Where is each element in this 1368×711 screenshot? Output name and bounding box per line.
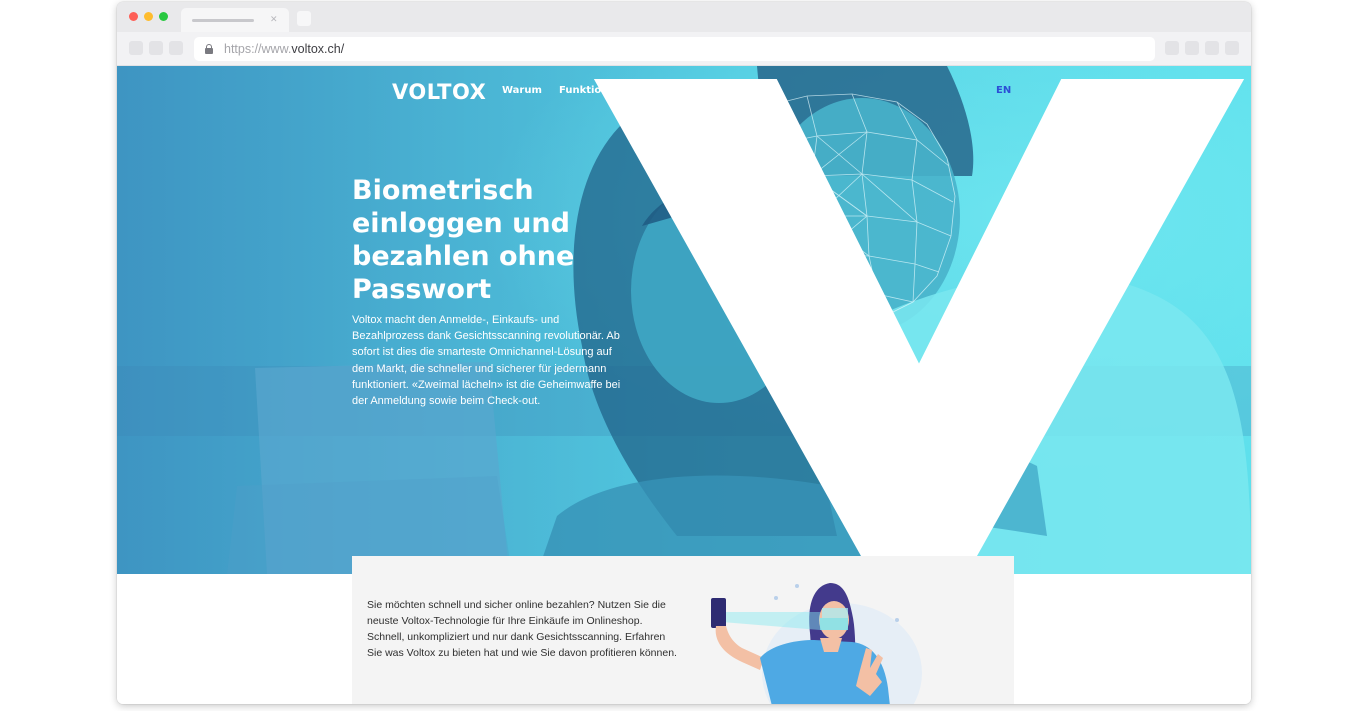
bookmarks-button[interactable] [1205,41,1219,55]
intro-card: Sie möchten schnell und sicher online be… [352,556,1014,704]
webpage: VOLTOX Warum Funktionen Sicherheit Über … [117,66,1251,704]
nav-link-funktionen[interactable]: Funktionen [559,85,622,97]
url-prefix: https://www. [224,42,292,56]
new-tab-button[interactable] [297,11,311,26]
language-switch[interactable]: EN [996,85,1011,97]
intro-text: Sie möchten schnell und sicher online be… [367,599,677,659]
browser-toolbar: https://www.voltox.ch/ [117,32,1251,66]
minimize-window-button[interactable] [144,12,153,21]
forward-button[interactable] [149,41,163,55]
browser-tab[interactable]: ✕ [181,8,289,32]
brand-logo[interactable]: VOLTOX [352,79,1245,574]
selfie-scan-illustration [711,583,922,704]
hero-title: Biometrisch einloggen und bezahlen ohne … [352,175,575,305]
back-button[interactable] [129,41,143,55]
url-host: voltox.ch/ [291,42,345,56]
url-text[interactable]: https://www.voltox.ch/ [224,41,344,57]
share-button[interactable] [1165,41,1179,55]
brand-name: VOLTOX [392,80,487,104]
tab-close-icon[interactable]: ✕ [270,13,278,25]
browser-titlebar: ✕ [117,2,1251,32]
close-window-button[interactable] [129,12,138,21]
extensions-button[interactable] [1185,41,1199,55]
lock-icon [205,44,213,54]
nav-link-sicherheit[interactable]: Sicherheit [633,85,691,97]
nav-link-warum[interactable]: Warum [502,85,542,97]
address-bar[interactable]: https://www.voltox.ch/ [194,37,1155,61]
hero-description: Voltox macht den Anmelde-, Einkaufs- und… [352,314,621,408]
maximize-window-button[interactable] [159,12,168,21]
hero-section: VOLTOX Warum Funktionen Sicherheit Über … [117,66,1251,574]
menu-button[interactable] [1225,41,1239,55]
main-navigation: VOLTOX Warum Funktionen Sicherheit Über … [117,66,1251,574]
tab-title-placeholder [192,19,254,22]
nav-link-ueber-uns[interactable]: Über uns [702,85,753,97]
browser-window: ✕ https://www.voltox.ch/ VOLTOX Warum Fu… [117,2,1251,704]
reload-button[interactable] [169,41,183,55]
